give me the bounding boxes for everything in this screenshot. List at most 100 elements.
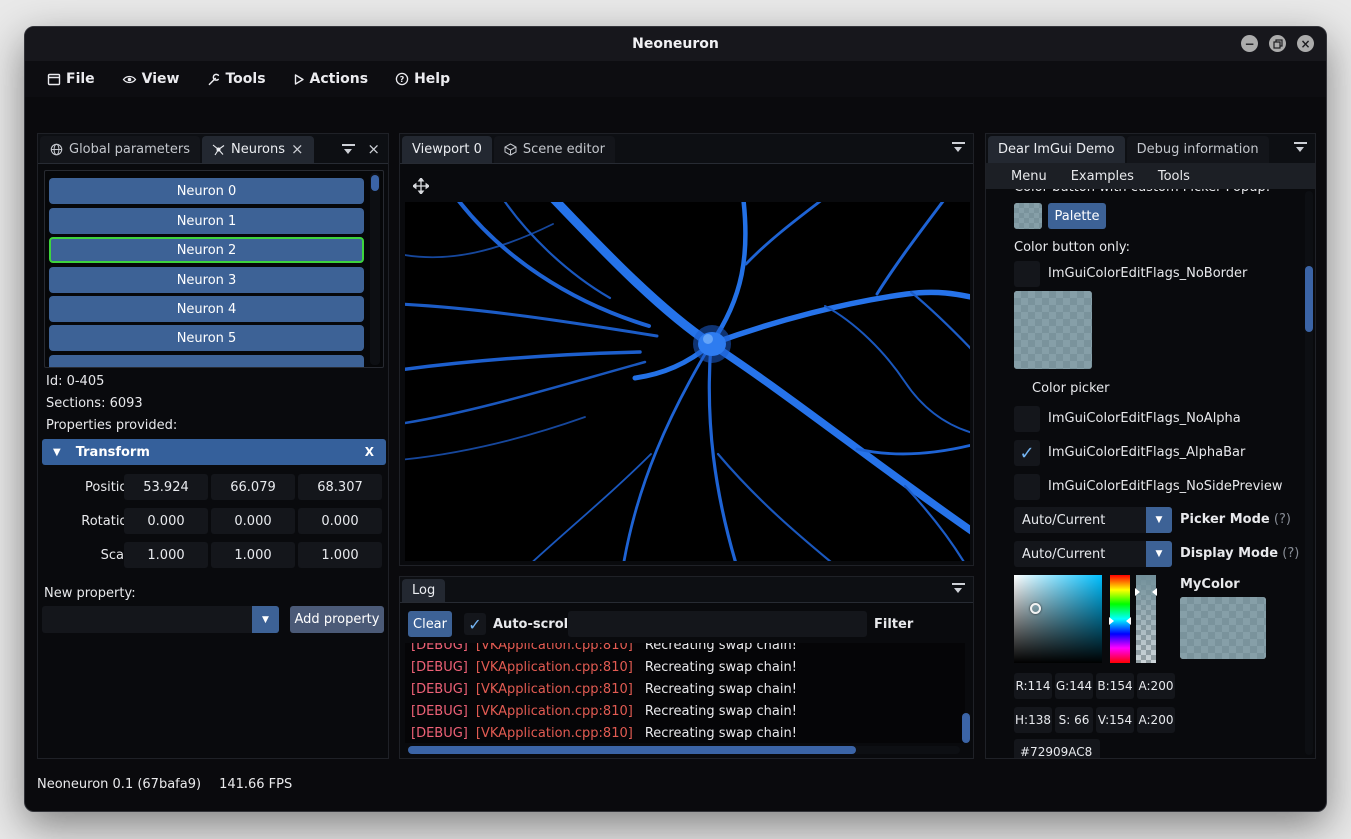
collapse-arrow-icon[interactable]: ▼	[53, 447, 61, 458]
move-gizmo-icon[interactable]	[413, 178, 429, 198]
value-drag-field[interactable]: V:154	[1096, 707, 1134, 733]
menu-tools[interactable]: Tools	[206, 71, 265, 87]
demo-menu-examples[interactable]: Examples	[1071, 169, 1134, 184]
tab-log-label: Log	[412, 583, 435, 598]
palette-button[interactable]: Palette	[1048, 203, 1106, 229]
saturation-value-square[interactable]	[1014, 575, 1102, 663]
neuron-list-scroll-thumb[interactable]	[371, 175, 379, 191]
tab-debug-information[interactable]: Debug information	[1127, 136, 1269, 163]
neuron-item-clipped[interactable]	[49, 355, 364, 368]
neuron-item[interactable]: Neuron 0	[49, 178, 364, 204]
neuron-list: Neuron 0 Neuron 1 Neuron 2 Neuron 3 Neur…	[44, 170, 384, 368]
new-property-combo-arrow-button[interactable]: ▼	[252, 606, 279, 633]
menu-actions[interactable]: Actions	[293, 71, 369, 87]
menu-view[interactable]: View	[122, 71, 180, 87]
tab-list-icon[interactable]	[952, 583, 965, 595]
neuron-item-selected[interactable]: Neuron 2	[49, 237, 364, 263]
flag-noborder-row[interactable]: ImGuiColorEditFlags_NoBorder	[1014, 261, 1304, 287]
autoscroll-checkbox[interactable]: ✓	[464, 613, 486, 635]
new-property-combo[interactable]: ▼	[42, 606, 279, 633]
tab-log[interactable]: Log	[402, 579, 445, 602]
display-mode-combo[interactable]: Auto/Current ▼	[1014, 541, 1172, 567]
close-window-button[interactable]: ×	[1297, 35, 1314, 52]
neuron-list-scrollbar[interactable]	[370, 173, 380, 365]
flag-nosidepreview-row[interactable]: ImGuiColorEditFlags_NoSidePreview	[1014, 474, 1304, 500]
restore-icon	[1273, 39, 1283, 49]
picker-mode-help[interactable]: (?)	[1274, 512, 1291, 527]
picker-mode-combo[interactable]: Auto/Current ▼	[1014, 507, 1172, 533]
panel-close-icon[interactable]: ×	[367, 142, 380, 157]
position-y-field[interactable]: 66.079	[211, 474, 295, 500]
tab-imgui-demo[interactable]: Dear ImGui Demo	[988, 136, 1125, 163]
rotation-x-field[interactable]: 0.000	[124, 508, 208, 534]
demo-menu-menu[interactable]: Menu	[1011, 169, 1047, 184]
menu-file[interactable]: File	[47, 71, 95, 87]
log-output[interactable]: [DEBUG][VKApplication.cpp:810]Recreating…	[405, 643, 965, 743]
picker-mode-combo-arrow[interactable]: ▼	[1146, 507, 1172, 533]
tab-list-icon[interactable]	[952, 142, 965, 154]
neuron-item[interactable]: Neuron 4	[49, 296, 364, 322]
tab-scene-editor[interactable]: Scene editor	[494, 136, 615, 163]
log-horizontal-scrollbar[interactable]	[408, 746, 960, 754]
minimize-button[interactable]: −	[1241, 35, 1258, 52]
neuron-item[interactable]: Neuron 1	[49, 208, 364, 234]
transform-close-button[interactable]: X	[365, 445, 374, 459]
hue-drag-field[interactable]: H:138	[1014, 707, 1052, 733]
display-mode-help[interactable]: (?)	[1282, 546, 1299, 561]
demo-scrollbar[interactable]	[1305, 191, 1313, 755]
palette-color-swatch-button[interactable]	[1014, 203, 1042, 229]
log-horizontal-scroll-thumb[interactable]	[408, 746, 856, 754]
display-mode-combo-arrow[interactable]: ▼	[1146, 541, 1172, 567]
my-color-preview-swatch	[1180, 597, 1266, 659]
tab-global-parameters[interactable]: Global parameters	[40, 136, 200, 163]
neuron-item[interactable]: Neuron 5	[49, 325, 364, 351]
green-drag-field[interactable]: G:144	[1055, 673, 1093, 699]
flag-alphabar-row[interactable]: ✓ ImGuiColorEditFlags_AlphaBar	[1014, 440, 1304, 466]
position-x-field[interactable]: 53.924	[124, 474, 208, 500]
scale-y-field[interactable]: 1.000	[211, 542, 295, 568]
palette-button-label: Palette	[1054, 209, 1099, 224]
clear-log-button[interactable]: Clear	[408, 611, 452, 637]
neuron-item[interactable]: Neuron 3	[49, 267, 364, 293]
demo-scroll-thumb[interactable]	[1305, 266, 1313, 332]
scale-x-field[interactable]: 1.000	[124, 542, 208, 568]
demo-menu-tools[interactable]: Tools	[1158, 169, 1190, 184]
tab-viewport-0[interactable]: Viewport 0	[402, 136, 492, 163]
demo-panel: Dear ImGui Demo Debug information Menu E…	[985, 133, 1316, 759]
alpha-arrow-right-icon	[1152, 588, 1157, 596]
tab-list-icon[interactable]	[342, 144, 355, 156]
rotation-z-field[interactable]: 0.000	[298, 508, 382, 534]
tab-list-icon[interactable]	[1294, 142, 1307, 154]
rotation-y-field[interactable]: 0.000	[211, 508, 295, 534]
menu-bar: File View Tools Actions ? Help	[25, 61, 1326, 97]
alpha2-drag-field[interactable]: A:200	[1137, 707, 1175, 733]
title-bar[interactable]: Neoneuron − ×	[25, 27, 1326, 61]
log-vertical-scroll-thumb[interactable]	[962, 713, 970, 743]
saturation-drag-field[interactable]: S: 66	[1055, 707, 1093, 733]
viewport-render[interactable]	[405, 202, 970, 561]
red-drag-field[interactable]: R:114	[1014, 673, 1052, 699]
tab-neurons-close-icon[interactable]: ×	[291, 142, 304, 157]
color-button-big-swatch[interactable]	[1014, 291, 1092, 369]
menu-help[interactable]: ? Help	[395, 71, 450, 87]
autoscroll-label[interactable]: Auto-scroll	[493, 617, 573, 632]
noborder-checkbox	[1014, 261, 1040, 287]
log-filter-input[interactable]	[568, 611, 867, 637]
alpha-bar[interactable]	[1136, 575, 1156, 663]
position-z-field[interactable]: 68.307	[298, 474, 382, 500]
log-entry-source: [VKApplication.cpp:810]	[476, 660, 633, 675]
hex-input-field[interactable]: #72909AC8	[1014, 739, 1100, 758]
value-value: V:154	[1098, 713, 1132, 727]
flag-noalpha-row[interactable]: ImGuiColorEditFlags_NoAlpha	[1014, 406, 1304, 432]
alpha-drag-field[interactable]: A:200	[1137, 673, 1175, 699]
alphabar-checkbox: ✓	[1014, 440, 1040, 466]
blue-drag-field[interactable]: B:154	[1096, 673, 1134, 699]
restore-button[interactable]	[1269, 35, 1286, 52]
scale-x-value: 1.000	[147, 548, 184, 563]
log-entry-level: [DEBUG]	[411, 643, 468, 653]
transform-header[interactable]: ▼ Transform X	[42, 439, 386, 465]
add-property-button[interactable]: Add property	[290, 606, 384, 633]
tab-neurons[interactable]: Neurons ×	[202, 136, 314, 163]
scale-z-field[interactable]: 1.000	[298, 542, 382, 568]
hue-bar[interactable]	[1110, 575, 1130, 663]
